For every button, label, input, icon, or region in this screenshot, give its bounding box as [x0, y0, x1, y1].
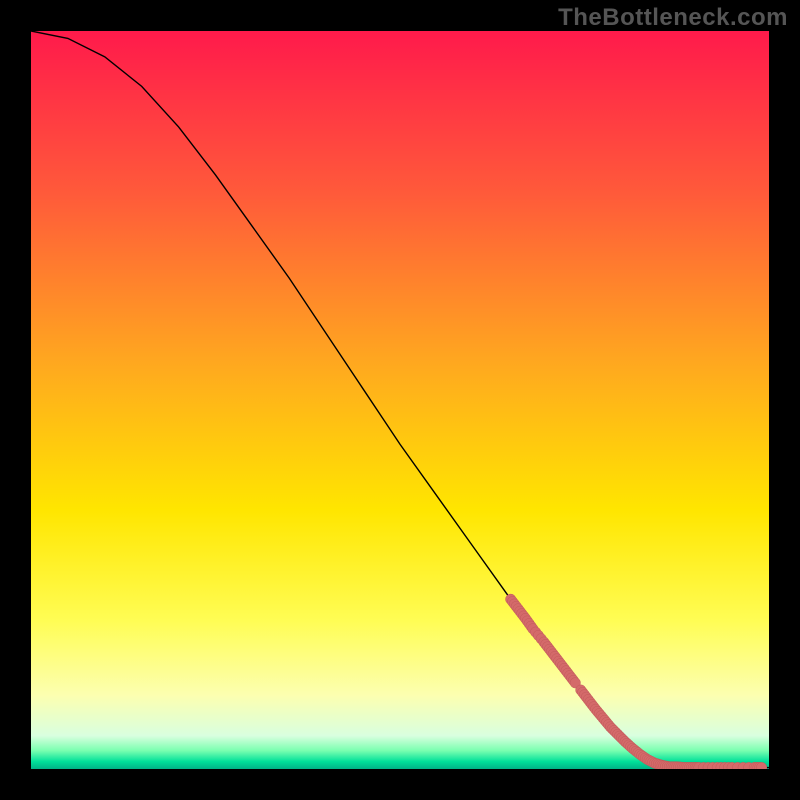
- watermark-text: TheBottleneck.com: [558, 4, 788, 32]
- plot-svg: [31, 31, 769, 769]
- chart-frame: TheBottleneck.com: [0, 0, 800, 800]
- plot-background: [31, 31, 769, 769]
- plot-area: [31, 31, 769, 769]
